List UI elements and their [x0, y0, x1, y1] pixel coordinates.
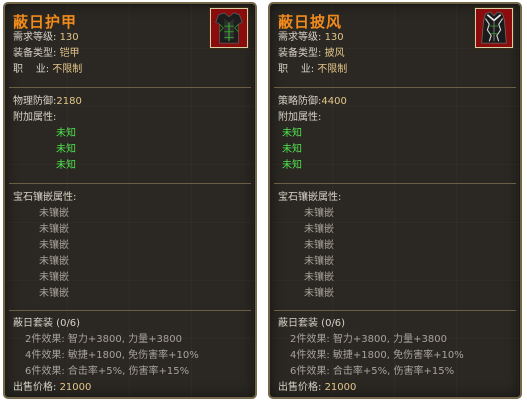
gem-slot: 未镶嵌: [39, 272, 69, 283]
extra-attr-value: 未知: [282, 144, 302, 155]
set-effect-label: 6件效果:: [290, 366, 330, 377]
gem-slot: 未镶嵌: [39, 208, 69, 219]
equip-type-label: 装备类型:: [278, 48, 322, 59]
divider: [9, 87, 251, 88]
divider: [274, 310, 516, 311]
extra-attr-label: 附加属性:: [13, 112, 57, 123]
set-effect-label: 6件效果:: [25, 366, 65, 377]
set-effect-label: 2件效果:: [290, 334, 330, 345]
set-effect-label: 2件效果:: [25, 334, 65, 345]
job-label: 职 业:: [278, 64, 315, 75]
gem-slot: 未镶嵌: [304, 240, 334, 251]
extra-attr-value: 未知: [282, 160, 302, 171]
set-name: 蔽日套装 (0/6): [278, 318, 346, 329]
defense-value: 4400: [321, 96, 347, 107]
defense-label: 策略防御:: [278, 96, 322, 107]
set-effect-value: 合击率+5%, 伤害率+15%: [67, 366, 190, 377]
price-value: 21000: [59, 382, 92, 393]
gem-slot: 未镶嵌: [304, 256, 334, 267]
set-effect-value: 敏捷+1800, 免伤害率+10%: [332, 350, 464, 361]
gem-slot: 未镶嵌: [304, 208, 334, 219]
item-title: 蔽日披风: [278, 13, 343, 31]
req-level-value: 130: [59, 32, 79, 43]
defense-value: 2180: [56, 96, 82, 107]
set-effect-label: 4件效果:: [290, 350, 330, 361]
extra-attr-label: 附加属性:: [278, 112, 322, 123]
item-title: 蔽日护甲: [13, 13, 78, 31]
extra-attr-value: 未知: [56, 128, 76, 139]
extra-attr-value: 未知: [56, 160, 76, 171]
extra-attr-value: 未知: [282, 128, 302, 139]
req-level-value: 130: [324, 32, 344, 43]
divider: [9, 310, 251, 311]
extra-attr-value: 未知: [56, 144, 76, 155]
item-tooltip-armor: 蔽日护甲 需求等级: 130 装备类型: 铠甲 职 业: 不限制 物理防御:21…: [3, 2, 257, 399]
defense-label: 物理防御:: [13, 96, 57, 107]
job-label: 职 业:: [13, 64, 50, 75]
gem-slot: 未镶嵌: [304, 272, 334, 283]
set-name: 蔽日套装 (0/6): [13, 318, 81, 329]
gem-attr-label: 宝石镶嵌属性:: [13, 192, 77, 203]
price-label: 出售价格:: [13, 382, 57, 393]
gem-slot: 未镶嵌: [39, 288, 69, 299]
equip-type-value: 披风: [324, 48, 345, 59]
equip-type-label: 装备类型:: [13, 48, 57, 59]
set-effect-value: 合击率+5%, 伤害率+15%: [332, 366, 455, 377]
job-value: 不限制: [52, 64, 83, 75]
gem-slot: 未镶嵌: [39, 224, 69, 235]
armor-icon: [210, 8, 248, 48]
price-label: 出售价格:: [278, 382, 322, 393]
gem-slot: 未镶嵌: [39, 240, 69, 251]
gem-slot: 未镶嵌: [39, 256, 69, 267]
gem-attr-label: 宝石镶嵌属性:: [278, 192, 342, 203]
set-effect-label: 4件效果:: [25, 350, 65, 361]
req-level-label: 需求等级:: [278, 32, 322, 43]
set-effect-value: 智力+3800, 力量+3800: [67, 334, 182, 345]
cloak-icon: [475, 8, 513, 48]
divider: [9, 183, 251, 184]
divider: [274, 87, 516, 88]
gem-slot: 未镶嵌: [304, 224, 334, 235]
divider: [274, 183, 516, 184]
set-effect-value: 敏捷+1800, 免伤害率+10%: [67, 350, 199, 361]
set-effect-value: 智力+3800, 力量+3800: [332, 334, 447, 345]
equip-type-value: 铠甲: [59, 48, 80, 59]
item-tooltip-cloak: 蔽日披风 需求等级: 130 装备类型: 披风 职 业: 不限制 策略防御:44…: [268, 2, 522, 399]
job-value: 不限制: [317, 64, 348, 75]
price-value: 21000: [324, 382, 357, 393]
req-level-label: 需求等级:: [13, 32, 57, 43]
gem-slot: 未镶嵌: [304, 288, 334, 299]
